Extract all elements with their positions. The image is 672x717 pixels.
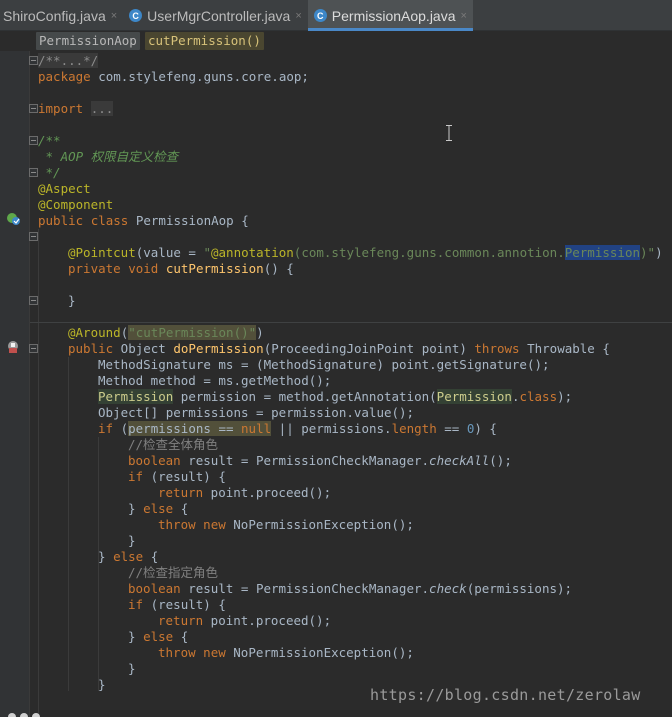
code-line[interactable]: @Around("cutPermission()") — [68, 325, 264, 341]
code-line[interactable]: } — [128, 661, 136, 677]
spring-aop-bean-icon[interactable] — [6, 212, 21, 226]
code-line[interactable]: * AOP 权限自定义检查 — [38, 149, 179, 165]
tab-shiro-config[interactable]: ShiroConfig.java × — [0, 0, 123, 31]
code-line[interactable]: Object[] permissions = permission.value(… — [98, 405, 414, 421]
code-line[interactable]: if (result) { — [128, 597, 226, 613]
editor-tab-bar: ShiroConfig.java × C UserMgrController.j… — [0, 0, 672, 31]
fold-marker[interactable] — [29, 296, 38, 305]
text-cursor-icon — [446, 125, 452, 141]
tab-label: ShiroConfig.java — [3, 7, 106, 24]
code-line[interactable]: throw new NoPermissionException(); — [158, 645, 414, 661]
code-line[interactable]: /**...*/ — [38, 53, 99, 69]
aspect-advice-icon[interactable] — [6, 340, 21, 354]
code-line[interactable]: if (result) { — [128, 469, 226, 485]
java-class-icon: C — [313, 9, 327, 22]
code-line[interactable]: //检查全体角色 — [128, 437, 218, 453]
code-line[interactable]: package com.stylefeng.guns.core.aop; — [38, 69, 309, 85]
status-dots — [8, 713, 40, 717]
code-line[interactable]: throw new NoPermissionException(); — [158, 517, 414, 533]
tab-label: UserMgrController.java — [147, 7, 291, 24]
code-line[interactable]: /** — [38, 133, 61, 149]
close-icon[interactable]: × — [111, 10, 117, 22]
fold-marker[interactable] — [29, 136, 38, 145]
code-line[interactable]: public class PermissionAop { — [38, 213, 249, 229]
code-line[interactable]: //检查指定角色 — [128, 565, 218, 581]
code-line[interactable]: Permission permission = method.getAnnota… — [98, 389, 572, 405]
fold-marker[interactable] — [29, 104, 38, 113]
code-line[interactable]: private void cutPermission() { — [68, 261, 294, 277]
code-editor[interactable]: /**...*/ package com.stylefeng.guns.core… — [0, 51, 672, 717]
editor-gutter[interactable] — [0, 51, 30, 717]
fold-marker[interactable] — [29, 232, 38, 241]
code-line[interactable]: @Component — [38, 197, 113, 213]
code-line[interactable]: import ... — [38, 101, 114, 117]
code-line[interactable]: } — [98, 677, 106, 693]
code-line[interactable]: */ — [38, 165, 61, 181]
code-line[interactable]: if (permissions == null || permissions.l… — [98, 421, 497, 437]
method-separator — [30, 322, 672, 323]
close-icon[interactable]: × — [461, 10, 467, 22]
indent-guide — [68, 357, 69, 691]
code-line[interactable]: MethodSignature ms = (MethodSignature) p… — [98, 357, 550, 373]
java-class-icon: C — [129, 9, 143, 22]
code-line[interactable]: } else { — [98, 549, 158, 565]
breadcrumb-method[interactable]: cutPermission() — [145, 32, 264, 50]
tab-user-mgr-controller[interactable]: C UserMgrController.java × — [123, 0, 308, 31]
code-line[interactable]: @Aspect — [38, 181, 91, 197]
code-line[interactable]: @Pointcut(value = "@annotation(com.style… — [68, 245, 663, 261]
code-line[interactable]: } — [128, 533, 136, 549]
breadcrumb-class[interactable]: PermissionAop — [36, 32, 140, 50]
code-line[interactable]: boolean result = PermissionCheckManager.… — [128, 453, 512, 469]
fold-marker[interactable] — [29, 344, 38, 353]
watermark: https://blog.csdn.net/zerolaw — [370, 686, 641, 704]
indent-guide — [38, 229, 39, 717]
code-line[interactable]: Method method = ms.getMethod(); — [98, 373, 331, 389]
code-line[interactable]: } else { — [128, 501, 188, 517]
fold-marker[interactable] — [29, 168, 38, 177]
code-line[interactable]: boolean result = PermissionCheckManager.… — [128, 581, 572, 597]
code-line[interactable]: } else { — [128, 629, 188, 645]
tab-label: PermissionAop.java — [331, 7, 456, 24]
code-line[interactable]: return point.proceed(); — [158, 613, 331, 629]
code-line[interactable]: } — [68, 293, 76, 309]
fold-marker[interactable] — [29, 56, 38, 65]
breadcrumb: PermissionAop cutPermission() — [0, 31, 672, 51]
code-line[interactable]: public Object doPermission(ProceedingJoi… — [68, 341, 610, 357]
tab-permission-aop[interactable]: C PermissionAop.java × — [307, 0, 474, 31]
close-icon[interactable]: × — [295, 10, 301, 22]
code-line[interactable]: return point.proceed(); — [158, 485, 331, 501]
